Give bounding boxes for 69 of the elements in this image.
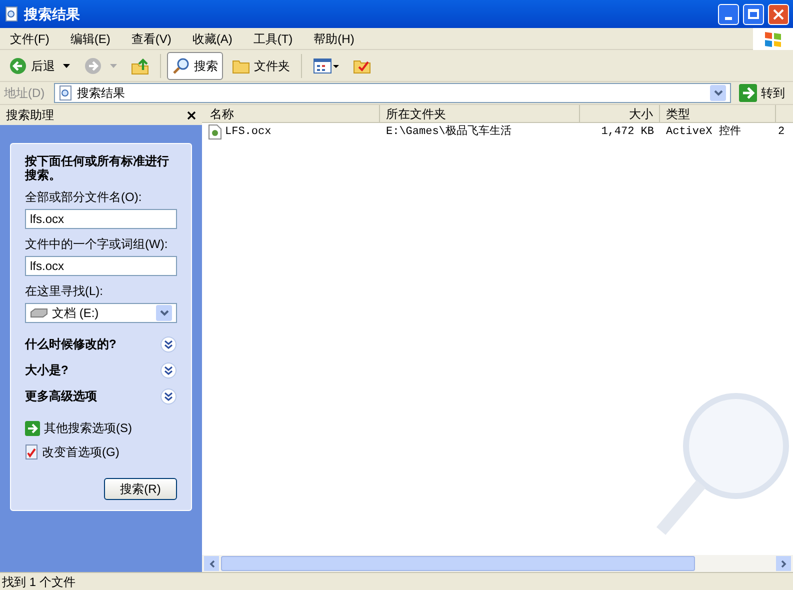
- file-name[interactable]: LFS.ocx: [225, 124, 272, 140]
- folder-up-icon: [131, 56, 149, 74]
- scroll-thumb[interactable]: [221, 556, 695, 571]
- search-icon: [172, 56, 190, 74]
- option-link[interactable]: 改变首选项(G): [42, 443, 120, 461]
- field-label: 文件中的一个字或词组(W):: [25, 236, 169, 253]
- arrow-icon: [25, 420, 40, 436]
- pane-title: 搜索助理: [6, 107, 54, 124]
- search-button[interactable]: 搜索: [167, 52, 223, 80]
- column-header[interactable]: 名称: [202, 105, 380, 122]
- folder-icon: [232, 58, 250, 74]
- address-label: 地址(D): [4, 85, 46, 102]
- dropdown-button[interactable]: [710, 85, 726, 101]
- status-text: 找到 1 个文件: [2, 574, 76, 590]
- maximize-button[interactable]: [743, 4, 764, 24]
- menu-item[interactable]: 帮助(H): [308, 30, 360, 48]
- folder-check-icon: [353, 58, 371, 74]
- menu-item[interactable]: 编辑(E): [64, 30, 116, 48]
- address-field[interactable]: 搜索结果: [54, 83, 731, 103]
- menu-item[interactable]: 查看(V): [125, 30, 178, 48]
- menu-item[interactable]: 文件(F): [4, 30, 56, 48]
- arrow-icon: [739, 84, 757, 102]
- back-button[interactable]: 后退: [4, 52, 75, 80]
- horizontal-scrollbar[interactable]: [202, 555, 793, 572]
- expand-chevron-icon[interactable]: [160, 336, 177, 352]
- minimize-button[interactable]: [718, 4, 739, 24]
- chevron-left-icon: [208, 560, 214, 568]
- section-toggle[interactable]: 大小是?: [25, 361, 177, 379]
- section-toggle[interactable]: 更多高级选项: [25, 387, 177, 405]
- option-link[interactable]: 其他搜索选项(S): [44, 419, 132, 437]
- column-header[interactable]: 大小: [580, 105, 660, 122]
- search-document-icon: [59, 85, 73, 101]
- section-toggle[interactable]: 什么时候修改的?: [25, 335, 177, 353]
- folders-button[interactable]: 文件夹: [227, 52, 295, 80]
- search-button[interactable]: 搜索(R): [104, 478, 177, 500]
- checked-page-icon: [25, 444, 38, 460]
- table-cell-text: 1,472 KB: [600, 124, 655, 140]
- chevron-right-icon: [780, 560, 786, 568]
- menu-item[interactable]: 工具(T): [247, 30, 299, 48]
- dropdown-button[interactable]: [156, 305, 172, 321]
- table-cell-text: 2: [777, 124, 785, 140]
- close-icon: [773, 8, 784, 20]
- expand-chevron-icon[interactable]: [160, 362, 177, 378]
- search-document-icon: [4, 6, 20, 22]
- scroll-left-button[interactable]: [204, 556, 219, 571]
- column-header[interactable]: 类型: [660, 105, 776, 122]
- caret-icon[interactable]: [63, 64, 70, 68]
- column-header[interactable]: 所在文件夹: [380, 105, 580, 122]
- menu-item[interactable]: 收藏(A): [186, 30, 238, 48]
- table-cell-text: E:\Games\极品飞车生活: [385, 124, 512, 140]
- windows-logo-icon: [753, 28, 793, 50]
- view-grid-icon: [313, 58, 339, 74]
- field-label: 在这里寻找(L):: [25, 283, 104, 300]
- text-field[interactable]: lfs.ocx: [25, 209, 177, 229]
- window-title: 搜索结果: [24, 4, 81, 24]
- instruction-text: 按下面任何或所有标准进行搜索。: [25, 154, 170, 182]
- drive-dropdown[interactable]: 文档 (E:): [25, 303, 177, 323]
- go-button[interactable]: 转到: [735, 83, 789, 103]
- drive-icon: [30, 308, 48, 318]
- file-icon: [208, 124, 222, 140]
- chevron-down-icon: [160, 310, 168, 316]
- scroll-right-button[interactable]: [776, 556, 791, 571]
- field-label: 全部或部分文件名(O):: [25, 189, 143, 206]
- expand-chevron-icon[interactable]: [160, 388, 177, 404]
- close-button[interactable]: [768, 4, 789, 24]
- text-field[interactable]: lfs.ocx: [25, 256, 177, 276]
- table-cell-text: ActiveX 控件: [665, 124, 742, 140]
- chevron-down-icon: [714, 90, 722, 96]
- close-icon[interactable]: [187, 110, 196, 120]
